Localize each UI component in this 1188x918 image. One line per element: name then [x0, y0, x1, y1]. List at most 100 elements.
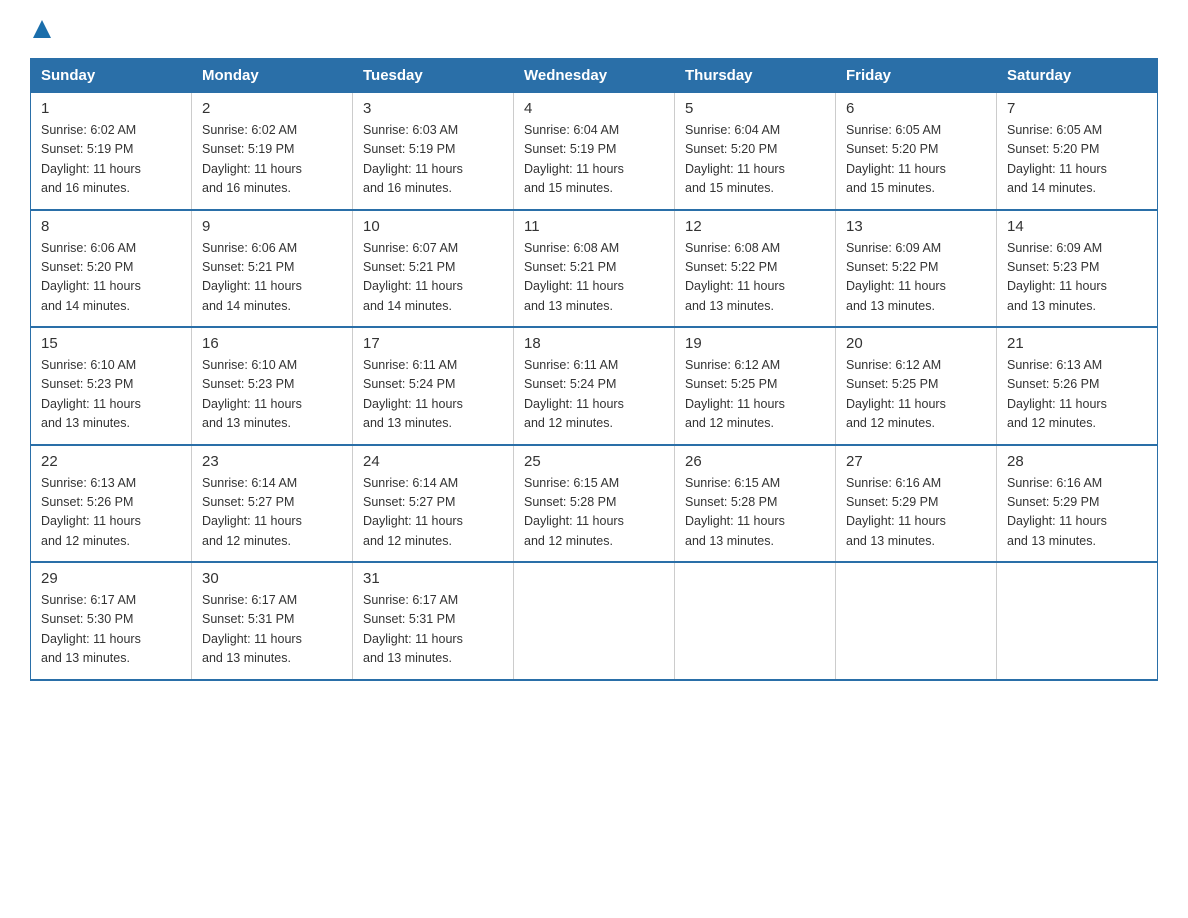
day-info: Sunrise: 6:04 AM Sunset: 5:19 PM Dayligh…: [524, 121, 664, 199]
calendar-cell: 31 Sunrise: 6:17 AM Sunset: 5:31 PM Dayl…: [353, 562, 514, 680]
day-number: 13: [846, 218, 986, 235]
calendar-cell: 19 Sunrise: 6:12 AM Sunset: 5:25 PM Dayl…: [675, 327, 836, 445]
day-number: 28: [1007, 453, 1147, 470]
day-info: Sunrise: 6:13 AM Sunset: 5:26 PM Dayligh…: [1007, 356, 1147, 434]
day-number: 29: [41, 570, 181, 587]
day-info: Sunrise: 6:12 AM Sunset: 5:25 PM Dayligh…: [685, 356, 825, 434]
calendar-cell: 4 Sunrise: 6:04 AM Sunset: 5:19 PM Dayli…: [514, 93, 675, 210]
calendar-cell: [675, 562, 836, 680]
calendar-cell: [997, 562, 1158, 680]
day-info: Sunrise: 6:17 AM Sunset: 5:31 PM Dayligh…: [202, 591, 342, 669]
day-info: Sunrise: 6:09 AM Sunset: 5:23 PM Dayligh…: [1007, 239, 1147, 317]
calendar-cell: 21 Sunrise: 6:13 AM Sunset: 5:26 PM Dayl…: [997, 327, 1158, 445]
day-info: Sunrise: 6:08 AM Sunset: 5:21 PM Dayligh…: [524, 239, 664, 317]
day-info: Sunrise: 6:16 AM Sunset: 5:29 PM Dayligh…: [846, 474, 986, 552]
calendar-cell: 14 Sunrise: 6:09 AM Sunset: 5:23 PM Dayl…: [997, 210, 1158, 328]
day-info: Sunrise: 6:02 AM Sunset: 5:19 PM Dayligh…: [202, 121, 342, 199]
day-number: 30: [202, 570, 342, 587]
day-number: 6: [846, 100, 986, 117]
calendar-cell: 25 Sunrise: 6:15 AM Sunset: 5:28 PM Dayl…: [514, 445, 675, 563]
day-number: 19: [685, 335, 825, 352]
calendar-cell: 5 Sunrise: 6:04 AM Sunset: 5:20 PM Dayli…: [675, 93, 836, 210]
day-number: 4: [524, 100, 664, 117]
day-info: Sunrise: 6:06 AM Sunset: 5:21 PM Dayligh…: [202, 239, 342, 317]
day-number: 8: [41, 218, 181, 235]
day-number: 23: [202, 453, 342, 470]
day-number: 12: [685, 218, 825, 235]
calendar-cell: 17 Sunrise: 6:11 AM Sunset: 5:24 PM Dayl…: [353, 327, 514, 445]
calendar-cell: 24 Sunrise: 6:14 AM Sunset: 5:27 PM Dayl…: [353, 445, 514, 563]
day-info: Sunrise: 6:08 AM Sunset: 5:22 PM Dayligh…: [685, 239, 825, 317]
calendar-cell: 10 Sunrise: 6:07 AM Sunset: 5:21 PM Dayl…: [353, 210, 514, 328]
column-header-thursday: Thursday: [675, 59, 836, 93]
calendar-week-row: 1 Sunrise: 6:02 AM Sunset: 5:19 PM Dayli…: [31, 93, 1158, 210]
calendar-cell: 12 Sunrise: 6:08 AM Sunset: 5:22 PM Dayl…: [675, 210, 836, 328]
day-number: 22: [41, 453, 181, 470]
calendar-cell: 3 Sunrise: 6:03 AM Sunset: 5:19 PM Dayli…: [353, 93, 514, 210]
column-header-monday: Monday: [192, 59, 353, 93]
calendar-week-row: 8 Sunrise: 6:06 AM Sunset: 5:20 PM Dayli…: [31, 210, 1158, 328]
day-info: Sunrise: 6:10 AM Sunset: 5:23 PM Dayligh…: [202, 356, 342, 434]
logo: [30, 20, 51, 40]
calendar-header-row: SundayMondayTuesdayWednesdayThursdayFrid…: [31, 59, 1158, 93]
day-number: 21: [1007, 335, 1147, 352]
calendar-week-row: 15 Sunrise: 6:10 AM Sunset: 5:23 PM Dayl…: [31, 327, 1158, 445]
day-number: 10: [363, 218, 503, 235]
calendar-cell: 30 Sunrise: 6:17 AM Sunset: 5:31 PM Dayl…: [192, 562, 353, 680]
day-number: 7: [1007, 100, 1147, 117]
day-number: 17: [363, 335, 503, 352]
day-number: 15: [41, 335, 181, 352]
day-info: Sunrise: 6:10 AM Sunset: 5:23 PM Dayligh…: [41, 356, 181, 434]
calendar-cell: 1 Sunrise: 6:02 AM Sunset: 5:19 PM Dayli…: [31, 93, 192, 210]
logo-triangle-icon: [33, 20, 51, 40]
calendar-cell: 22 Sunrise: 6:13 AM Sunset: 5:26 PM Dayl…: [31, 445, 192, 563]
calendar-cell: 6 Sunrise: 6:05 AM Sunset: 5:20 PM Dayli…: [836, 93, 997, 210]
day-info: Sunrise: 6:12 AM Sunset: 5:25 PM Dayligh…: [846, 356, 986, 434]
calendar-cell: 13 Sunrise: 6:09 AM Sunset: 5:22 PM Dayl…: [836, 210, 997, 328]
day-info: Sunrise: 6:07 AM Sunset: 5:21 PM Dayligh…: [363, 239, 503, 317]
day-info: Sunrise: 6:11 AM Sunset: 5:24 PM Dayligh…: [363, 356, 503, 434]
day-info: Sunrise: 6:03 AM Sunset: 5:19 PM Dayligh…: [363, 121, 503, 199]
day-number: 20: [846, 335, 986, 352]
day-info: Sunrise: 6:16 AM Sunset: 5:29 PM Dayligh…: [1007, 474, 1147, 552]
calendar-cell: 11 Sunrise: 6:08 AM Sunset: 5:21 PM Dayl…: [514, 210, 675, 328]
day-number: 9: [202, 218, 342, 235]
column-header-saturday: Saturday: [997, 59, 1158, 93]
day-info: Sunrise: 6:11 AM Sunset: 5:24 PM Dayligh…: [524, 356, 664, 434]
page-header: [30, 20, 1158, 40]
calendar-cell: 26 Sunrise: 6:15 AM Sunset: 5:28 PM Dayl…: [675, 445, 836, 563]
day-number: 5: [685, 100, 825, 117]
day-number: 25: [524, 453, 664, 470]
calendar-cell: 2 Sunrise: 6:02 AM Sunset: 5:19 PM Dayli…: [192, 93, 353, 210]
day-number: 16: [202, 335, 342, 352]
day-info: Sunrise: 6:14 AM Sunset: 5:27 PM Dayligh…: [202, 474, 342, 552]
column-header-sunday: Sunday: [31, 59, 192, 93]
column-header-friday: Friday: [836, 59, 997, 93]
day-info: Sunrise: 6:02 AM Sunset: 5:19 PM Dayligh…: [41, 121, 181, 199]
day-number: 24: [363, 453, 503, 470]
calendar-cell: 9 Sunrise: 6:06 AM Sunset: 5:21 PM Dayli…: [192, 210, 353, 328]
calendar-cell: 28 Sunrise: 6:16 AM Sunset: 5:29 PM Dayl…: [997, 445, 1158, 563]
day-info: Sunrise: 6:05 AM Sunset: 5:20 PM Dayligh…: [1007, 121, 1147, 199]
calendar-cell: [514, 562, 675, 680]
column-header-wednesday: Wednesday: [514, 59, 675, 93]
day-info: Sunrise: 6:06 AM Sunset: 5:20 PM Dayligh…: [41, 239, 181, 317]
calendar-cell: 29 Sunrise: 6:17 AM Sunset: 5:30 PM Dayl…: [31, 562, 192, 680]
calendar-cell: 27 Sunrise: 6:16 AM Sunset: 5:29 PM Dayl…: [836, 445, 997, 563]
calendar-cell: 20 Sunrise: 6:12 AM Sunset: 5:25 PM Dayl…: [836, 327, 997, 445]
day-info: Sunrise: 6:17 AM Sunset: 5:31 PM Dayligh…: [363, 591, 503, 669]
day-number: 31: [363, 570, 503, 587]
day-info: Sunrise: 6:09 AM Sunset: 5:22 PM Dayligh…: [846, 239, 986, 317]
calendar-cell: 15 Sunrise: 6:10 AM Sunset: 5:23 PM Dayl…: [31, 327, 192, 445]
column-header-tuesday: Tuesday: [353, 59, 514, 93]
calendar-cell: 16 Sunrise: 6:10 AM Sunset: 5:23 PM Dayl…: [192, 327, 353, 445]
calendar-cell: [836, 562, 997, 680]
day-number: 1: [41, 100, 181, 117]
day-number: 11: [524, 218, 664, 235]
day-info: Sunrise: 6:13 AM Sunset: 5:26 PM Dayligh…: [41, 474, 181, 552]
day-info: Sunrise: 6:04 AM Sunset: 5:20 PM Dayligh…: [685, 121, 825, 199]
calendar-cell: 8 Sunrise: 6:06 AM Sunset: 5:20 PM Dayli…: [31, 210, 192, 328]
day-number: 18: [524, 335, 664, 352]
calendar-week-row: 29 Sunrise: 6:17 AM Sunset: 5:30 PM Dayl…: [31, 562, 1158, 680]
day-info: Sunrise: 6:14 AM Sunset: 5:27 PM Dayligh…: [363, 474, 503, 552]
